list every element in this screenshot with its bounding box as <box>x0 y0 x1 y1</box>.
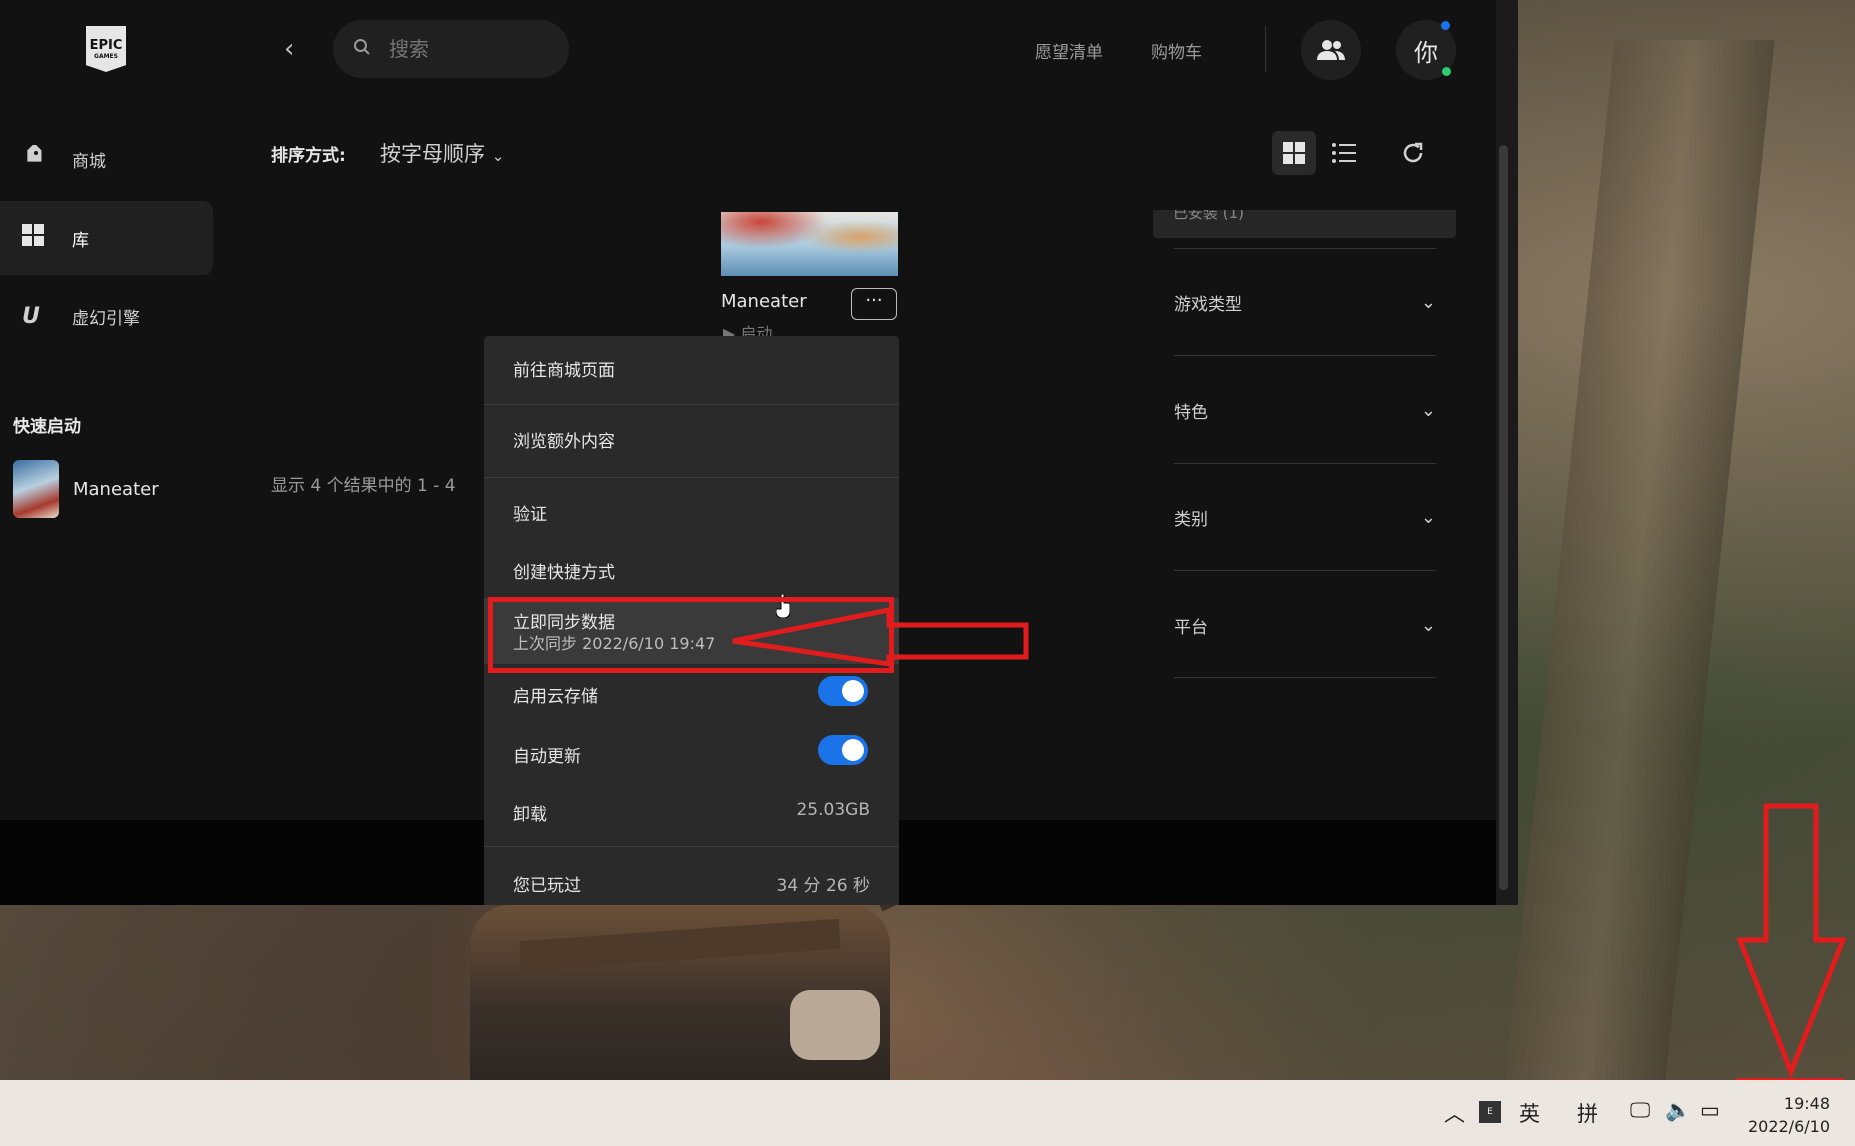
online-status-dot <box>1442 67 1451 76</box>
taskbar-clock-time[interactable]: 19:48 <box>1770 1094 1830 1113</box>
filter-label: 类别 <box>1174 510 1208 530</box>
search-icon <box>353 38 377 61</box>
scrollbar-thumb[interactable] <box>1499 145 1508 890</box>
filter-features[interactable]: 特色 ⌄ <box>1174 398 1436 423</box>
list-view-icon <box>1332 143 1356 163</box>
wishlist-link[interactable]: 愿望清单 <box>1035 38 1103 63</box>
chevron-down-icon: ⌄ <box>1420 507 1436 528</box>
install-size: 25.03GB <box>796 800 870 820</box>
unreal-icon: U <box>22 303 40 329</box>
filter-divider <box>1174 677 1436 678</box>
filter-divider <box>1174 463 1436 464</box>
filter-divider <box>1174 248 1436 249</box>
sidebar-item-label: 库 <box>72 230 89 251</box>
sidebar-item-library[interactable]: 库 <box>0 201 213 275</box>
grid-view-button[interactable] <box>1272 131 1316 175</box>
menu-item-label: 浏览额外内容 <box>513 432 615 452</box>
auto-update-toggle[interactable] <box>818 735 868 765</box>
filter-label: 特色 <box>1174 403 1208 423</box>
quick-launch-label: Maneater <box>73 478 159 500</box>
playtime-value: 34 分 26 秒 <box>776 876 870 896</box>
ime-mode-indicator[interactable]: 拼 <box>1577 1098 1598 1128</box>
filter-installed[interactable]: 已安装 (1) <box>1153 210 1456 238</box>
menu-item-store-page[interactable]: 前往商城页面 <box>484 336 899 404</box>
sidebar-item-unreal-engine[interactable]: U 虚幻引擎 <box>0 279 213 353</box>
friends-button[interactable] <box>1301 20 1361 80</box>
wallpaper-tree <box>1505 40 1775 1080</box>
game-title: Maneater <box>721 291 807 312</box>
menu-item-label: 创建快捷方式 <box>513 563 615 583</box>
list-view-button[interactable] <box>1322 131 1366 175</box>
grid-view-icon <box>1283 142 1305 164</box>
menu-item-label: 您已玩过 <box>513 876 581 896</box>
chevron-down-icon: ⌄ <box>1420 400 1436 421</box>
grid-icon <box>22 224 58 252</box>
network-icon[interactable]: 🖵 <box>1630 1098 1650 1123</box>
game-thumbnail <box>13 460 59 518</box>
back-arrow-icon[interactable]: ‹ <box>284 34 306 64</box>
chevron-down-icon: ⌄ <box>1420 615 1436 636</box>
more-options-button[interactable]: ··· <box>851 288 897 320</box>
taskbar-clock-date[interactable]: 2022/6/10 <box>1745 1117 1830 1136</box>
filter-divider <box>1174 570 1436 571</box>
menu-item-label: 卸载 <box>513 805 547 825</box>
filter-divider <box>1174 355 1436 356</box>
chevron-down-icon: ⌄ <box>1420 292 1436 313</box>
sidebar-item-store[interactable]: 商城 <box>0 122 213 196</box>
quick-launch-title: 快速启动 <box>13 417 81 437</box>
annotation-highlight-sync <box>488 597 894 673</box>
filter-label: 游戏类型 <box>1174 295 1242 315</box>
battery-icon[interactable]: ▭ <box>1700 1098 1720 1122</box>
friends-icon <box>1317 40 1345 60</box>
avatar-text: 你 <box>1414 38 1438 67</box>
menu-item-create-shortcut[interactable]: 创建快捷方式 <box>484 538 899 598</box>
quick-launch-item[interactable]: Maneater <box>13 460 159 518</box>
cart-link[interactable]: 购物车 <box>1151 38 1202 63</box>
sidebar-item-label: 虚幻引擎 <box>72 308 140 329</box>
menu-item-label: 前往商城页面 <box>513 361 615 381</box>
filter-label: 平台 <box>1174 618 1208 638</box>
menu-item-uninstall[interactable]: 卸载 25.03GB <box>484 782 899 842</box>
cloud-saves-toggle[interactable] <box>818 676 868 706</box>
sort-label: 排序方式: <box>271 146 346 166</box>
wallpaper-hand <box>790 990 880 1060</box>
epic-games-logo[interactable]: EPIC GAMES <box>86 26 126 72</box>
show-hidden-icons-chevron-icon[interactable]: ︿ <box>1444 1098 1465 1128</box>
tag-icon <box>22 143 58 173</box>
header-divider <box>1265 26 1266 72</box>
sidebar-item-label: 商城 <box>72 151 106 172</box>
sort-dropdown[interactable]: 按字母顺序 ⌄ <box>380 138 504 168</box>
menu-item-verify[interactable]: 验证 <box>484 478 899 538</box>
notification-dot <box>1441 21 1450 30</box>
menu-item-label: 启用云存储 <box>513 687 598 707</box>
menu-item-browse-addons[interactable]: 浏览额外内容 <box>484 405 899 477</box>
volume-icon[interactable]: 🔈 <box>1665 1098 1691 1123</box>
logo-subtext: GAMES <box>94 52 118 60</box>
chevron-down-icon: ⌄ <box>491 147 505 165</box>
logo-text: EPIC <box>89 37 123 53</box>
game-cover-image[interactable] <box>721 212 898 276</box>
search-input[interactable] <box>387 36 561 62</box>
menu-item-playtime: 您已玩过 34 分 26 秒 <box>484 847 899 905</box>
results-count: 显示 4 个结果中的 1 - 4 <box>271 476 456 496</box>
search-bar[interactable] <box>333 20 569 78</box>
epic-tray-icon[interactable]: E <box>1479 1101 1501 1123</box>
filter-genre[interactable]: 游戏类型 ⌄ <box>1174 290 1436 315</box>
filter-category[interactable]: 类别 ⌄ <box>1174 505 1436 530</box>
menu-item-label: 验证 <box>513 505 547 525</box>
epic-games-launcher-window: EPIC GAMES ‹ 愿望清单 购物车 你 商城 库 U 虚幻引擎 快速启动… <box>0 0 1518 905</box>
sort-value: 按字母顺序 <box>380 142 485 166</box>
filter-installed-label: 已安装 (1) <box>1173 210 1245 222</box>
menu-item-label: 自动更新 <box>513 747 581 767</box>
filter-platform[interactable]: 平台 ⌄ <box>1174 613 1436 638</box>
ime-language-indicator[interactable]: 英 <box>1519 1098 1540 1128</box>
refresh-button[interactable] <box>1391 131 1435 175</box>
refresh-icon <box>1403 142 1423 163</box>
